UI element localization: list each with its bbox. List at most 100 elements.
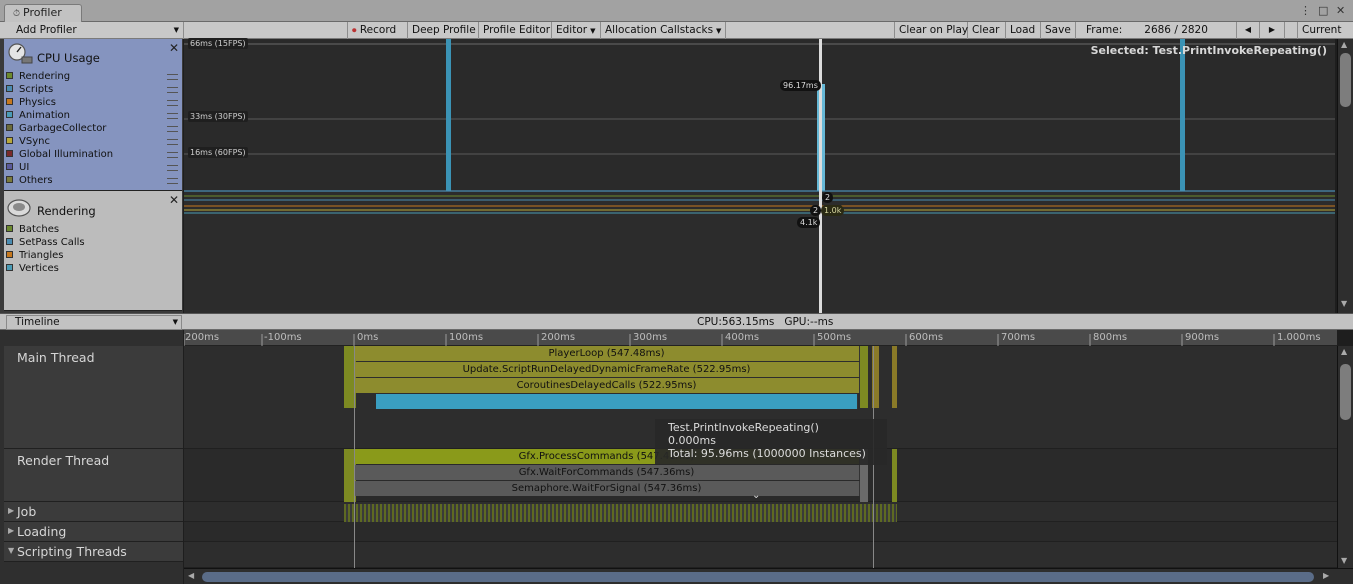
- sample-player-loop[interactable]: PlayerLoop (547.48ms): [354, 346, 860, 361]
- record-label: Record: [359, 24, 397, 36]
- add-profiler-dropdown[interactable]: Add Profiler ▼: [0, 22, 184, 39]
- sample-print-invoke-repeating[interactable]: [376, 394, 858, 409]
- tooltip-name: Test.PrintInvokeRepeating(): [668, 421, 819, 434]
- menu-icon[interactable]: ⋮: [1300, 4, 1311, 18]
- module-title: Rendering: [37, 204, 96, 218]
- timeline-horizontal-scrollbar[interactable]: ◀ ▶: [184, 568, 1353, 584]
- legend-item[interactable]: Scripts: [6, 83, 53, 96]
- allocation-callstacks-dropdown[interactable]: Allocation Callstacks ▼: [601, 22, 726, 39]
- expand-chevron-icon[interactable]: ⌄: [752, 490, 760, 501]
- frame-timing: CPU:563.15ms GPU:--ms: [697, 316, 833, 328]
- scroll-down-icon[interactable]: ▼: [1341, 299, 1347, 308]
- sample-gfx-wait-for-commands[interactable]: Gfx.WaitForCommands (547.36ms): [354, 465, 860, 480]
- legend-swatch[interactable]: [6, 150, 13, 157]
- scroll-up-icon[interactable]: ▲: [1341, 40, 1347, 49]
- legend-item[interactable]: Triangles: [6, 249, 63, 262]
- expand-triangle-icon[interactable]: ▶: [8, 506, 14, 515]
- legend-swatch[interactable]: [6, 225, 13, 232]
- legend-item[interactable]: Animation: [6, 109, 70, 122]
- maximize-icon[interactable]: □: [1318, 4, 1328, 18]
- ruler-tick: 500ms: [817, 332, 852, 343]
- legend-label: Vertices: [19, 263, 59, 274]
- current-frame-button[interactable]: Current: [1297, 22, 1353, 39]
- legend-swatch[interactable]: [6, 251, 13, 258]
- expand-triangle-icon[interactable]: ▶: [8, 526, 14, 535]
- sample-coroutines[interactable]: CoroutinesDelayedCalls (522.95ms): [354, 378, 860, 393]
- load-button[interactable]: Load: [1006, 22, 1041, 39]
- legend-swatch[interactable]: [6, 137, 13, 144]
- drag-handle-icon[interactable]: [167, 126, 178, 132]
- deep-profile-button[interactable]: Deep Profile: [408, 22, 479, 39]
- profiler-tab[interactable]: ⏱ Profiler: [4, 4, 82, 22]
- legend-swatch[interactable]: [6, 124, 13, 131]
- drag-handle-icon[interactable]: [167, 178, 178, 184]
- scripting-track: [184, 542, 1337, 568]
- sample-update-script[interactable]: Update.ScriptRunDelayedDynamicFrameRate …: [354, 362, 860, 377]
- value-badge: 1.0k: [821, 205, 845, 216]
- close-icon[interactable]: ✕: [169, 193, 179, 207]
- legend-item[interactable]: UI: [6, 161, 29, 174]
- graph-scroll-thumb[interactable]: [1340, 53, 1351, 107]
- legend-item[interactable]: GarbageCollector: [6, 122, 106, 135]
- sample-semaphore-wait[interactable]: Semaphore.WaitForSignal (547.36ms): [354, 481, 860, 496]
- legend-item[interactable]: SetPass Calls: [6, 236, 85, 249]
- graph-scrollbar[interactable]: ▲ ▼: [1337, 39, 1353, 313]
- legend-item[interactable]: Vertices: [6, 262, 59, 275]
- thread-group-loading[interactable]: ▶ Loading: [4, 522, 183, 542]
- clear-on-play-button[interactable]: Clear on Play: [894, 22, 968, 39]
- cpu-usage-module[interactable]: CPU Usage ✕ Rendering Scripts Physics Anima…: [4, 39, 182, 191]
- profiler-graph[interactable]: 66ms (15FPS) 33ms (30FPS) 16ms (60FPS) S…: [184, 38, 1335, 313]
- drag-handle-icon[interactable]: [167, 113, 178, 119]
- ruler-tick: 900ms: [1185, 332, 1220, 343]
- legend-swatch[interactable]: [6, 176, 13, 183]
- legend-item[interactable]: Rendering: [6, 70, 70, 83]
- view-mode-dropdown[interactable]: Timeline ▼: [6, 315, 182, 330]
- drag-handle-icon[interactable]: [167, 139, 178, 145]
- editor-dropdown[interactable]: Editor ▼: [552, 22, 601, 39]
- timeline-scroll-thumb[interactable]: [1340, 364, 1351, 420]
- scroll-up-icon[interactable]: ▲: [1341, 347, 1347, 356]
- drag-handle-icon[interactable]: [167, 87, 178, 93]
- rendering-module[interactable]: Rendering ✕ Batches SetPass Calls Triangle…: [4, 191, 182, 311]
- legend-swatch[interactable]: [6, 163, 13, 170]
- drag-handle-icon[interactable]: [167, 100, 178, 106]
- collapse-triangle-icon[interactable]: ▼: [8, 546, 14, 555]
- thread-group-scripting[interactable]: ▼ Scripting Threads: [4, 542, 183, 562]
- thread-group-job[interactable]: ▶ Job: [4, 502, 183, 522]
- arrow-left-icon: ◀: [1244, 25, 1252, 34]
- profile-editor-button[interactable]: Profile Editor: [479, 22, 552, 39]
- scroll-left-icon[interactable]: ◀: [188, 571, 194, 580]
- legend-swatch[interactable]: [6, 264, 13, 271]
- scroll-right-icon[interactable]: ▶: [1323, 571, 1329, 580]
- time-ruler[interactable]: 200ms -100ms 0ms 100ms 200ms 300ms 400ms…: [184, 330, 1337, 346]
- scroll-down-icon[interactable]: ▼: [1341, 556, 1347, 565]
- record-button[interactable]: ⏺ Record: [347, 22, 408, 39]
- clear-button[interactable]: Clear: [968, 22, 1006, 39]
- legend-swatch[interactable]: [6, 85, 13, 92]
- legend-item[interactable]: Others: [6, 174, 53, 187]
- legend-item[interactable]: Batches: [6, 223, 59, 236]
- legend-item[interactable]: Physics: [6, 96, 56, 109]
- drag-handle-icon[interactable]: [167, 165, 178, 171]
- legend-swatch[interactable]: [6, 111, 13, 118]
- close-icon[interactable]: ✕: [1336, 4, 1345, 18]
- legend-item[interactable]: VSync: [6, 135, 50, 148]
- drag-handle-icon[interactable]: [167, 152, 178, 158]
- legend-label: GarbageCollector: [19, 123, 107, 134]
- timeline-vertical-scrollbar[interactable]: ▲ ▼: [1337, 346, 1353, 568]
- drag-handle-icon[interactable]: [167, 74, 178, 80]
- previous-frame-button[interactable]: ◀: [1236, 22, 1260, 39]
- legend-swatch[interactable]: [6, 72, 13, 79]
- legend-item[interactable]: Global Illumination: [6, 148, 113, 161]
- legend-swatch[interactable]: [6, 98, 13, 105]
- horizontal-scroll-thumb[interactable]: [202, 572, 1314, 582]
- close-icon[interactable]: ✕: [169, 41, 179, 55]
- legend-swatch[interactable]: [6, 238, 13, 245]
- next-frame-button[interactable]: ▶: [1260, 22, 1285, 39]
- save-button[interactable]: Save: [1041, 22, 1076, 39]
- ruler-tick: 700ms: [1001, 332, 1036, 343]
- graph-canvas: [184, 39, 1335, 313]
- tab-label: Profiler: [23, 6, 62, 19]
- legend-label: Physics: [19, 97, 56, 108]
- thread-main: Main Thread: [4, 346, 183, 449]
